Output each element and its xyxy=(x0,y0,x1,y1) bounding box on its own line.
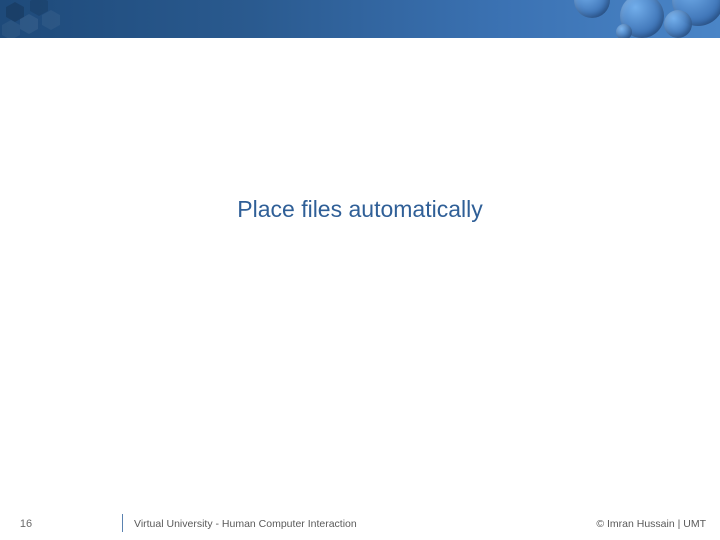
footer-right-text: © Imran Hussain | UMT xyxy=(596,518,706,530)
header-decorative-band xyxy=(0,0,720,38)
slide-title: Place files automatically xyxy=(0,196,720,223)
page-number: 16 xyxy=(0,518,52,530)
hex-pattern xyxy=(2,20,20,38)
decorative-circle xyxy=(664,10,692,38)
hex-pattern xyxy=(42,10,60,30)
slide-footer: 16 Virtual University - Human Computer I… xyxy=(0,508,720,540)
decorative-circle xyxy=(616,24,632,38)
footer-divider xyxy=(122,514,123,532)
decorative-circle xyxy=(574,0,610,18)
footer-left-text: Virtual University - Human Computer Inte… xyxy=(134,518,357,530)
